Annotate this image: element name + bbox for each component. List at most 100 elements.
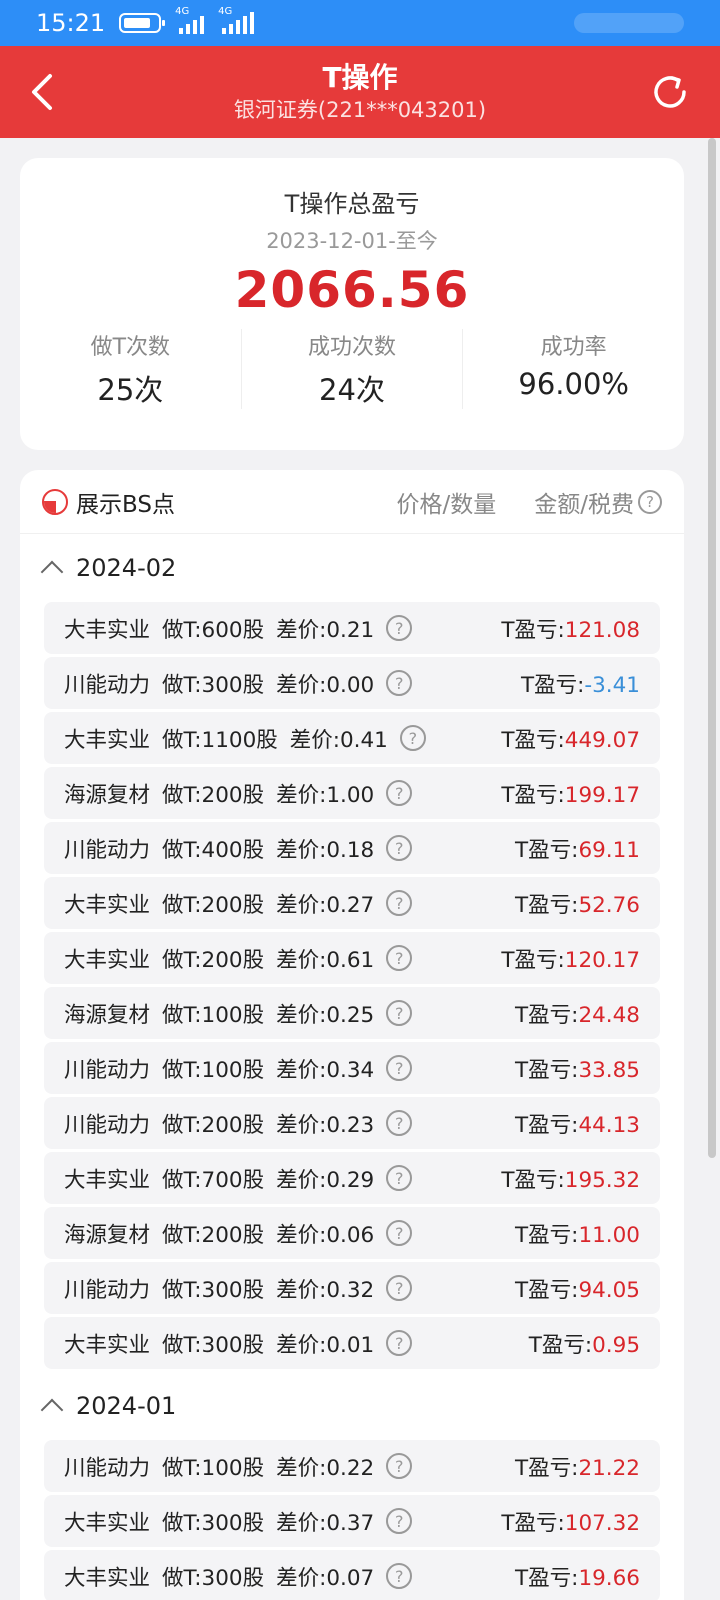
profit-loss: T盈亏:199.17	[501, 778, 640, 809]
trade-row[interactable]: 大丰实业 做T:700股 差价:0.29? T盈亏:195.32	[44, 1152, 660, 1204]
question-mark-icon[interactable]: ?	[386, 1165, 413, 1191]
question-mark-icon[interactable]: ?	[386, 1275, 413, 1301]
profit-loss-value: 107.32	[564, 1510, 640, 1536]
stock-name: 大丰实业	[64, 1565, 151, 1591]
trade-row[interactable]: 川能动力 做T:300股 差价:0.00? T盈亏:-3.41	[44, 657, 660, 709]
show-bs-points-toggle[interactable]: 展示BS点	[76, 485, 175, 519]
trade-row[interactable]: 大丰实业 做T:200股 差价:0.27? T盈亏:52.76	[44, 877, 660, 929]
trade-row[interactable]: 大丰实业 做T:300股 差价:0.37? T盈亏:107.32	[44, 1495, 660, 1547]
stat-label: 成功率	[540, 335, 607, 360]
trade-row[interactable]: 海源复材 做T:200股 差价:1.00? T盈亏:199.17	[44, 767, 660, 819]
trade-row[interactable]: 大丰实业 做T:300股 差价:0.07? T盈亏:19.66	[44, 1550, 660, 1600]
stat-value: 25次	[97, 373, 164, 407]
back-arrow-icon[interactable]	[22, 70, 66, 114]
stock-name: 大丰实业	[64, 892, 151, 918]
trade-row[interactable]: 川能动力 做T:200股 差价:0.23? T盈亏:44.13	[44, 1097, 660, 1149]
question-mark-icon[interactable]: ?	[386, 1110, 413, 1136]
status-right-blur	[574, 13, 684, 33]
price-difference: 差价:0.00	[276, 672, 375, 698]
profit-loss-value: 199.17	[564, 782, 640, 808]
nav-bar: T操作 银河证券(221***043201)	[0, 46, 720, 138]
question-mark-icon[interactable]: ?	[386, 945, 413, 971]
question-mark-icon[interactable]: ?	[386, 670, 413, 696]
trade-quantity: 做T:200股	[162, 1112, 265, 1138]
trade-groups: 2024-02 大丰实业 做T:600股 差价:0.21? T盈亏:121.08 川能动力…	[20, 534, 684, 1600]
profit-loss-value: 195.32	[564, 1167, 640, 1193]
profit-loss-label: T盈亏:	[501, 617, 565, 643]
summary-card: T操作总盈亏 2023-12-01-至今 2066.56 做T次数 25次 成功…	[20, 158, 684, 450]
month-group-header[interactable]: 2024-01	[20, 1372, 684, 1440]
profit-loss: T盈亏:449.07	[501, 723, 640, 754]
profit-loss-value: 69.11	[578, 837, 640, 863]
trade-row[interactable]: 川能动力 做T:400股 差价:0.18? T盈亏:69.11	[44, 822, 660, 874]
question-mark-icon[interactable]: ?	[386, 835, 413, 861]
trade-row[interactable]: 川能动力 做T:100股 差价:0.34? T盈亏:33.85	[44, 1042, 660, 1094]
profit-loss-value: 449.07	[564, 727, 640, 753]
profit-loss: T盈亏:33.85	[515, 1053, 640, 1084]
price-qty-column-header: 价格/数量	[396, 491, 497, 518]
stock-name: 川能动力	[64, 1112, 151, 1138]
question-mark-icon[interactable]: ?	[399, 725, 426, 751]
question-mark-icon[interactable]: ?	[386, 1220, 413, 1246]
profit-loss: T盈亏:120.17	[501, 943, 640, 974]
price-difference: 差价:0.34	[276, 1057, 375, 1083]
stat-label: 成功次数	[308, 335, 397, 360]
trade-row[interactable]: 大丰实业 做T:300股 差价:0.01? T盈亏:0.95	[44, 1317, 660, 1369]
trade-row[interactable]: 大丰实业 做T:600股 差价:0.21? T盈亏:121.08	[44, 602, 660, 654]
question-mark-icon[interactable]: ?	[386, 1508, 413, 1534]
question-mark-icon[interactable]: ?	[386, 615, 413, 641]
profit-loss: T盈亏:121.08	[501, 613, 640, 644]
refresh-icon[interactable]	[648, 70, 692, 114]
trade-quantity: 做T:100股	[162, 1455, 265, 1481]
profit-loss-label: T盈亏:	[528, 1332, 593, 1358]
price-difference: 差价:0.23	[276, 1112, 375, 1138]
trade-quantity: 做T:700股	[162, 1167, 265, 1193]
question-mark-icon[interactable]: ?	[386, 1330, 413, 1356]
profit-loss-value: 52.76	[578, 892, 640, 918]
price-difference: 差价:0.22	[276, 1455, 375, 1481]
trade-row[interactable]: 川能动力 做T:300股 差价:0.32? T盈亏:94.05	[44, 1262, 660, 1314]
trade-quantity: 做T:400股	[162, 837, 265, 863]
trade-quantity: 做T:300股	[162, 1510, 265, 1536]
question-mark-icon[interactable]: ?	[386, 780, 413, 806]
trade-row[interactable]: 海源复材 做T:200股 差价:0.06? T盈亏:11.00	[44, 1207, 660, 1259]
status-bar: 15:21 4G 4G	[0, 0, 720, 46]
question-mark-icon[interactable]: ?	[386, 1563, 413, 1589]
profit-loss: T盈亏:19.66	[515, 1561, 640, 1592]
price-difference: 差价:0.32	[276, 1277, 375, 1303]
profit-loss: T盈亏:-3.41	[521, 668, 640, 699]
question-mark-icon[interactable]: ?	[386, 1000, 413, 1026]
trade-quantity: 做T:300股	[162, 672, 265, 698]
trade-row[interactable]: 大丰实业 做T:1100股 差价:0.41? T盈亏:449.07	[44, 712, 660, 764]
stock-name: 川能动力	[64, 1455, 151, 1481]
trade-quantity: 做T:200股	[162, 947, 265, 973]
price-difference: 差价:0.27	[276, 892, 375, 918]
stock-name: 川能动力	[64, 1277, 151, 1303]
scrollbar[interactable]	[708, 138, 716, 1158]
profit-loss-value: 24.48	[578, 1002, 640, 1028]
profit-loss-label: T盈亏:	[515, 1112, 579, 1138]
question-mark-icon[interactable]: ?	[386, 1453, 413, 1479]
profit-loss-value: 121.08	[564, 617, 640, 643]
signal-icon: 4G	[175, 6, 205, 34]
trade-row[interactable]: 海源复材 做T:100股 差价:0.25? T盈亏:24.48	[44, 987, 660, 1039]
question-mark-icon[interactable]: ?	[386, 890, 413, 916]
question-mark-icon[interactable]: ?	[638, 489, 662, 514]
stat-value: 96.00%	[518, 367, 629, 401]
trade-row[interactable]: 川能动力 做T:100股 差价:0.22? T盈亏:21.22	[44, 1440, 660, 1492]
question-mark-icon[interactable]: ?	[386, 1055, 413, 1081]
stock-name: 川能动力	[64, 1057, 151, 1083]
pie-chart-icon[interactable]	[42, 488, 68, 515]
profit-loss: T盈亏:44.13	[515, 1108, 640, 1139]
stock-name: 大丰实业	[64, 1167, 151, 1193]
price-difference: 差价:0.18	[276, 837, 375, 863]
trade-row[interactable]: 大丰实业 做T:200股 差价:0.61? T盈亏:120.17	[44, 932, 660, 984]
signal-icon-2: 4G	[218, 6, 255, 34]
profit-loss-label: T盈亏:	[501, 1167, 565, 1193]
month-group-header[interactable]: 2024-02	[20, 534, 684, 602]
stock-name: 大丰实业	[64, 1510, 151, 1536]
stock-name: 海源复材	[64, 1002, 151, 1028]
summary-title: T操作总盈亏	[284, 190, 420, 218]
profit-loss: T盈亏:94.05	[515, 1273, 640, 1304]
profit-loss-label: T盈亏:	[501, 727, 565, 753]
